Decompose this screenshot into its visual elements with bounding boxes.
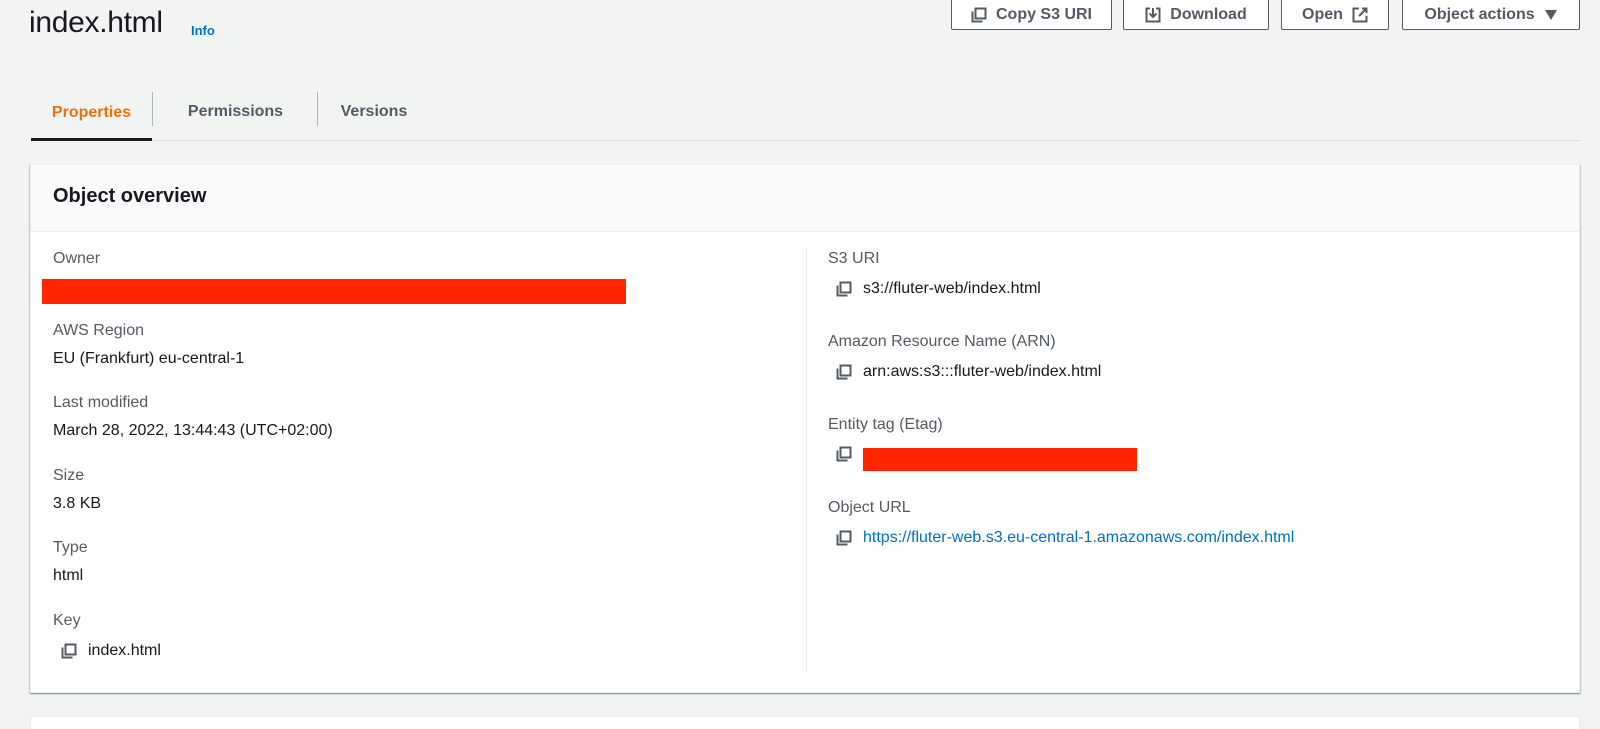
tab-versions[interactable]: Versions	[318, 84, 430, 140]
external-link-icon	[1352, 7, 1368, 22]
owner-redaction	[42, 279, 626, 304]
copy-icon[interactable]	[61, 643, 77, 659]
copy-icon	[971, 7, 987, 22]
tab-permissions[interactable]: Permissions	[153, 84, 318, 140]
s3-uri-value: s3://fluter-web/index.html	[863, 280, 1041, 297]
key-value: index.html	[88, 642, 161, 659]
download-icon	[1145, 7, 1161, 22]
last-modified-field: Last modified March 28, 2022, 13:44:43 (…	[53, 394, 333, 440]
region-label: AWS Region	[53, 322, 144, 339]
info-link[interactable]: Info	[191, 23, 215, 38]
key-label: Key	[53, 612, 81, 629]
last-modified-value: March 28, 2022, 13:44:43 (UTC+02:00)	[53, 422, 333, 439]
panel-title: Object overview	[31, 165, 1579, 232]
caret-down-icon	[1544, 9, 1557, 20]
page-title: index.html	[29, 6, 163, 39]
open-label: Open	[1302, 5, 1343, 23]
key-field: Key index.html	[53, 612, 161, 660]
region-field: AWS Region EU (Frankfurt) eu-central-1	[53, 322, 244, 368]
tab-properties[interactable]: Properties	[31, 84, 152, 141]
arn-label: Amazon Resource Name (ARN)	[828, 333, 1056, 350]
copy-s3-uri-label: Copy S3 URI	[995, 5, 1092, 23]
owner-field: Owner	[53, 250, 100, 268]
object-url-field: Object URL https://fluter-web.s3.eu-cent…	[828, 499, 1294, 547]
column-divider	[806, 249, 807, 671]
object-overview-panel: Object overview Owner AWS Region EU (Fra…	[30, 164, 1580, 693]
region-value: EU (Frankfurt) eu-central-1	[53, 350, 245, 367]
copy-icon[interactable]	[836, 530, 852, 546]
copy-s3-uri-button[interactable]: Copy S3 URI	[951, 0, 1112, 30]
size-field: Size 3.8 KB	[53, 467, 101, 513]
download-button[interactable]: Download	[1123, 0, 1269, 30]
owner-label: Owner	[53, 250, 101, 267]
s3-uri-label: S3 URI	[828, 250, 880, 267]
object-actions-button[interactable]: Object actions	[1402, 0, 1580, 30]
copy-icon[interactable]	[836, 364, 852, 380]
copy-icon[interactable]	[836, 281, 852, 297]
arn-field: Amazon Resource Name (ARN) arn:aws:s3:::…	[828, 333, 1101, 381]
type-label: Type	[53, 539, 88, 556]
last-modified-label: Last modified	[53, 394, 149, 411]
tab-bar: Properties Permissions Versions	[31, 84, 1580, 141]
next-panel	[30, 716, 1580, 729]
object-url-link[interactable]: https://fluter-web.s3.eu-central-1.amazo…	[863, 529, 1294, 547]
object-actions-label: Object actions	[1424, 5, 1535, 23]
open-button[interactable]: Open	[1281, 0, 1389, 30]
type-value: html	[53, 567, 84, 584]
copy-icon[interactable]	[836, 446, 852, 462]
etag-label: Entity tag (Etag)	[828, 416, 943, 433]
etag-redaction	[863, 448, 1137, 471]
type-field: Type html	[53, 539, 88, 585]
s3-uri-field: S3 URI s3://fluter-web/index.html	[828, 250, 1041, 298]
download-label: Download	[1170, 5, 1247, 23]
object-url-label: Object URL	[828, 499, 911, 516]
size-label: Size	[53, 467, 85, 484]
size-value: 3.8 KB	[53, 495, 102, 512]
arn-value: arn:aws:s3:::fluter-web/index.html	[863, 363, 1102, 380]
